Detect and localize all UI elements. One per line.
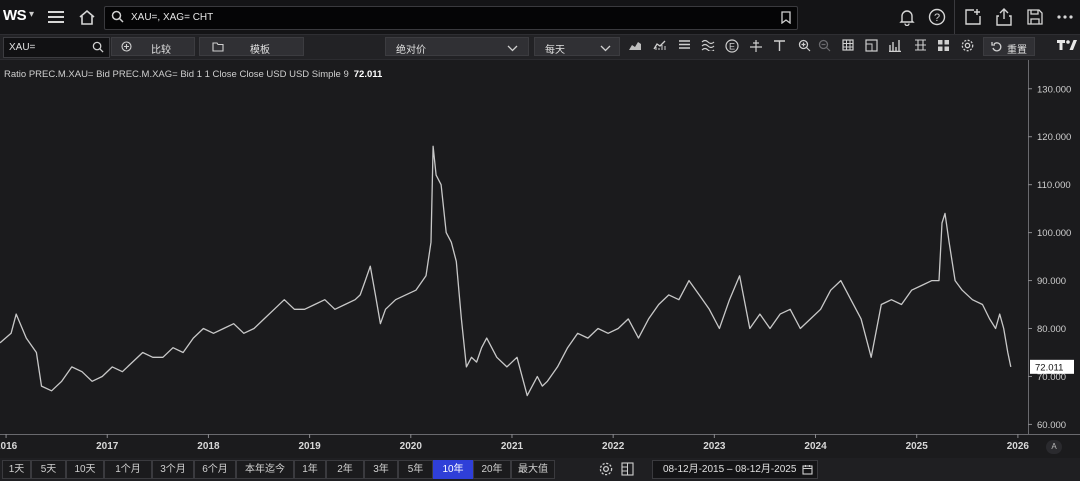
folder-icon bbox=[212, 42, 224, 55]
y-axis[interactable] bbox=[1028, 60, 1080, 434]
grid-icon[interactable] bbox=[913, 39, 927, 53]
search-input[interactable]: XAU=, XAG= CHT bbox=[131, 12, 213, 23]
range-button-2[interactable]: 10天 bbox=[66, 460, 104, 479]
interval-select[interactable]: 每天 bbox=[534, 37, 620, 56]
new-window-icon[interactable] bbox=[962, 6, 984, 28]
range-button-4[interactable]: 3个月 bbox=[152, 460, 194, 479]
indicator-icon[interactable] bbox=[653, 39, 667, 53]
range-button-11[interactable]: 10年 bbox=[433, 460, 473, 479]
ric-input-value: XAU= bbox=[9, 42, 36, 53]
range-button-7[interactable]: 1年 bbox=[294, 460, 326, 479]
calendar-icon bbox=[802, 464, 813, 481]
date-range-text: 08-12月-2015 – 08-12月-2025 bbox=[663, 464, 797, 475]
layout-icon[interactable] bbox=[936, 39, 950, 53]
x-axis[interactable] bbox=[0, 434, 1080, 459]
mountain-chart-icon[interactable] bbox=[628, 39, 642, 53]
waves-icon[interactable] bbox=[701, 39, 715, 53]
range-button-8[interactable]: 2年 bbox=[326, 460, 364, 479]
svg-text:?: ? bbox=[934, 12, 940, 24]
help-icon[interactable]: ? bbox=[926, 6, 948, 28]
bell-icon[interactable] bbox=[896, 6, 918, 28]
more-icon[interactable] bbox=[1054, 6, 1076, 28]
chevron-down-icon[interactable]: ▾ bbox=[29, 9, 34, 20]
legend-last-value: 72.011 bbox=[353, 69, 383, 80]
date-range-picker[interactable]: 08-12月-2015 – 08-12月-2025 bbox=[652, 460, 818, 479]
bar-chart-icon[interactable] bbox=[888, 39, 902, 53]
chevron-down-icon bbox=[600, 43, 611, 55]
list-icon[interactable] bbox=[677, 39, 691, 53]
chevron-down-icon bbox=[507, 43, 518, 55]
search-icon bbox=[111, 10, 124, 26]
range-button-12[interactable]: 20年 bbox=[473, 460, 511, 479]
range-button-1[interactable]: 5天 bbox=[31, 460, 66, 479]
settings-icon[interactable] bbox=[599, 462, 613, 479]
compare-label: 比较 bbox=[151, 45, 171, 56]
bookmark-icon[interactable] bbox=[781, 11, 791, 27]
settings-icon[interactable] bbox=[960, 39, 974, 53]
undo-icon bbox=[991, 41, 1003, 56]
range-button-13[interactable]: 最大值 bbox=[511, 460, 555, 479]
panel-toggle-icon[interactable] bbox=[621, 462, 634, 479]
svg-text:E: E bbox=[729, 42, 735, 52]
template-button[interactable]: 模板 bbox=[199, 37, 304, 56]
toolbar-divider bbox=[954, 0, 955, 34]
ric-input[interactable]: XAU= bbox=[3, 37, 110, 58]
reset-button[interactable]: 重置 bbox=[983, 37, 1035, 56]
range-button-5[interactable]: 6个月 bbox=[194, 460, 236, 479]
home-icon[interactable] bbox=[76, 6, 98, 28]
search-icon bbox=[92, 41, 104, 56]
top-bar: WS ▾ XAU=, XAG= CHT ? bbox=[0, 0, 1080, 35]
compare-button[interactable]: 比较 bbox=[111, 37, 195, 56]
auto-scale-button[interactable]: A bbox=[1046, 440, 1062, 454]
reset-label: 重置 bbox=[1007, 45, 1027, 56]
app-logo[interactable]: WS bbox=[3, 7, 27, 24]
crosshair-icon[interactable] bbox=[749, 39, 763, 53]
plus-circle-icon bbox=[121, 41, 132, 55]
panel-icon[interactable] bbox=[864, 39, 878, 53]
price-type-select[interactable]: 绝对价 bbox=[385, 37, 529, 56]
template-label: 模板 bbox=[250, 45, 270, 56]
price-type-value: 绝对价 bbox=[396, 45, 426, 56]
range-button-6[interactable]: 本年迄今 bbox=[236, 460, 294, 479]
text-tool-icon[interactable] bbox=[772, 39, 786, 53]
plot-area[interactable] bbox=[0, 60, 1028, 434]
search-box[interactable]: XAU=, XAG= CHT bbox=[104, 6, 798, 30]
table-icon[interactable] bbox=[841, 39, 855, 53]
chart-legend: Ratio PREC.M.XAU= Bid PREC.M.XAG= Bid 1 … bbox=[4, 69, 382, 80]
menu-icon[interactable] bbox=[45, 6, 67, 28]
tradingview-logo-icon bbox=[1056, 39, 1078, 53]
range-button-10[interactable]: 5年 bbox=[398, 460, 433, 479]
zoom-out-icon[interactable] bbox=[817, 39, 831, 53]
range-button-0[interactable]: 1天 bbox=[2, 460, 31, 479]
interval-value: 每天 bbox=[545, 45, 565, 56]
range-bar: 08-12月-2015 – 08-12月-2025 1天 5天 10天 1个月 3个月 6… bbox=[0, 458, 1080, 481]
range-button-3[interactable]: 1个月 bbox=[104, 460, 152, 479]
range-button-9[interactable]: 3年 bbox=[364, 460, 398, 479]
zoom-in-icon[interactable] bbox=[797, 39, 811, 53]
legend-text: Ratio PREC.M.XAU= Bid PREC.M.XAG= Bid 1 … bbox=[4, 69, 349, 80]
events-icon[interactable]: E bbox=[725, 39, 739, 53]
chart-toolbar: XAU= 比较 模板 绝对价 每天 E 重置 bbox=[0, 35, 1080, 60]
share-icon[interactable] bbox=[993, 6, 1015, 28]
save-icon[interactable] bbox=[1024, 6, 1046, 28]
